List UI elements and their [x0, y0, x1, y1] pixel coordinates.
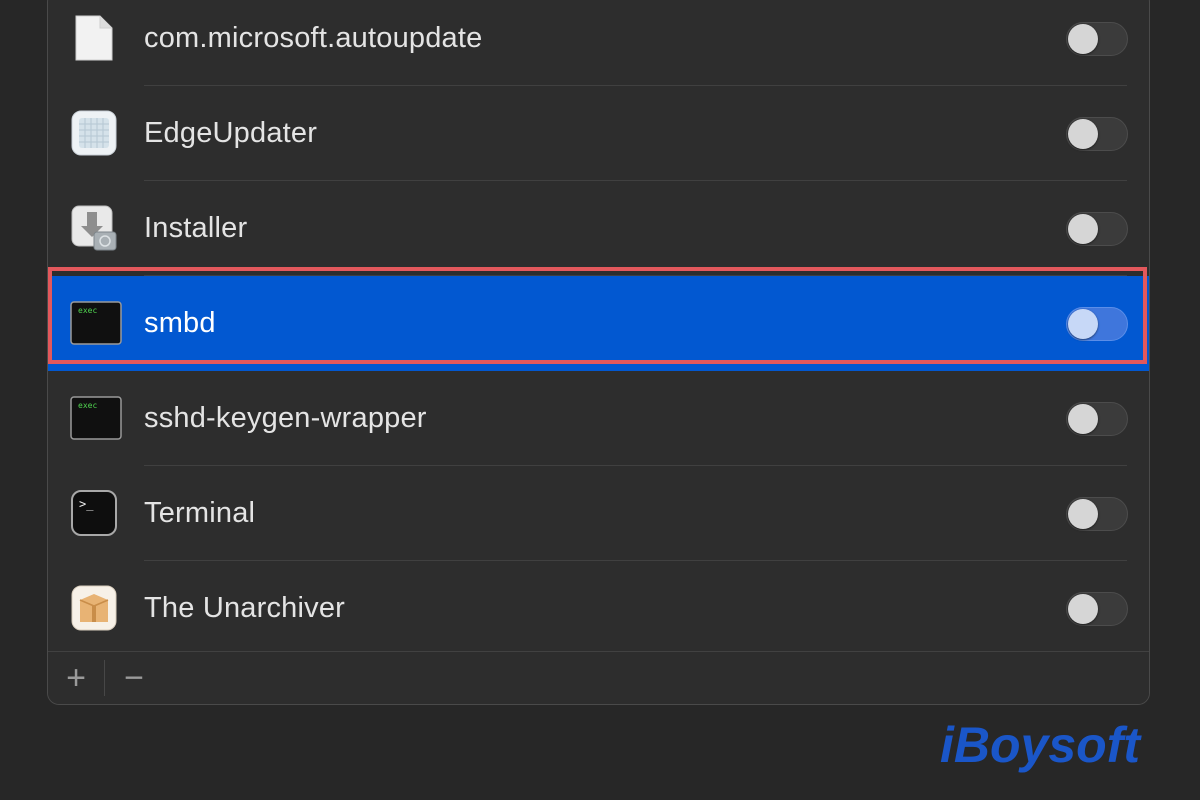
list-item-label: EdgeUpdater: [144, 117, 318, 149]
iboysoft-watermark-logo: iBoysoft: [938, 707, 1163, 777]
list-item-label: smbd: [144, 307, 216, 339]
list-item[interactable]: exec sshd-keygen-wrapper: [48, 371, 1149, 466]
toggle-switch[interactable]: [1066, 402, 1128, 436]
toggle-knob: [1068, 404, 1098, 434]
toggle-knob: [1068, 499, 1098, 529]
list-item[interactable]: >_ Terminal: [48, 466, 1149, 561]
installer-icon: [70, 204, 118, 252]
toggle-knob: [1068, 119, 1098, 149]
list-item[interactable]: EdgeUpdater: [48, 86, 1149, 181]
app-window: com.microsoft.autoupdate EdgeUpdater Ins…: [0, 0, 1200, 800]
unarchiver-icon: [70, 584, 118, 632]
add-button[interactable]: +: [56, 658, 96, 698]
toggle-knob: [1068, 594, 1098, 624]
toolbar-separator: [104, 660, 105, 696]
toggle-knob: [1068, 214, 1098, 244]
toggle-switch[interactable]: [1066, 22, 1128, 56]
remove-button[interactable]: −: [114, 658, 154, 698]
watermark-text: iBoysoft: [940, 717, 1142, 773]
toggle-switch[interactable]: [1066, 117, 1128, 151]
edge-updater-icon: [70, 109, 118, 157]
exec-icon: exec: [70, 299, 122, 347]
terminal-icon-text: >_: [79, 497, 94, 511]
terminal-icon: >_: [70, 489, 118, 537]
toggle-knob: [1068, 24, 1098, 54]
list-item[interactable]: The Unarchiver: [48, 561, 1149, 656]
list-item-label: Installer: [144, 212, 248, 244]
list-item[interactable]: com.microsoft.autoupdate: [48, 0, 1149, 86]
list-item[interactable]: Installer: [48, 181, 1149, 276]
list-item-label: com.microsoft.autoupdate: [144, 22, 483, 54]
toggle-knob: [1068, 309, 1098, 339]
list-item-label: Terminal: [144, 497, 256, 529]
toggle-switch[interactable]: [1066, 497, 1128, 531]
toggle-switch[interactable]: [1066, 592, 1128, 626]
exec-icon: exec: [70, 394, 122, 442]
exec-icon-text: exec: [78, 306, 97, 315]
exec-icon-text: exec: [78, 401, 97, 410]
list-item-label: The Unarchiver: [144, 592, 346, 624]
document-icon: [70, 14, 118, 62]
list-item-selected[interactable]: exec smbd: [48, 276, 1149, 371]
app-list-panel: com.microsoft.autoupdate EdgeUpdater Ins…: [47, 0, 1150, 705]
list-item-label: sshd-keygen-wrapper: [144, 402, 427, 434]
toggle-switch[interactable]: [1066, 307, 1128, 341]
toggle-switch[interactable]: [1066, 212, 1128, 246]
list-footer-toolbar: + −: [48, 651, 1149, 704]
